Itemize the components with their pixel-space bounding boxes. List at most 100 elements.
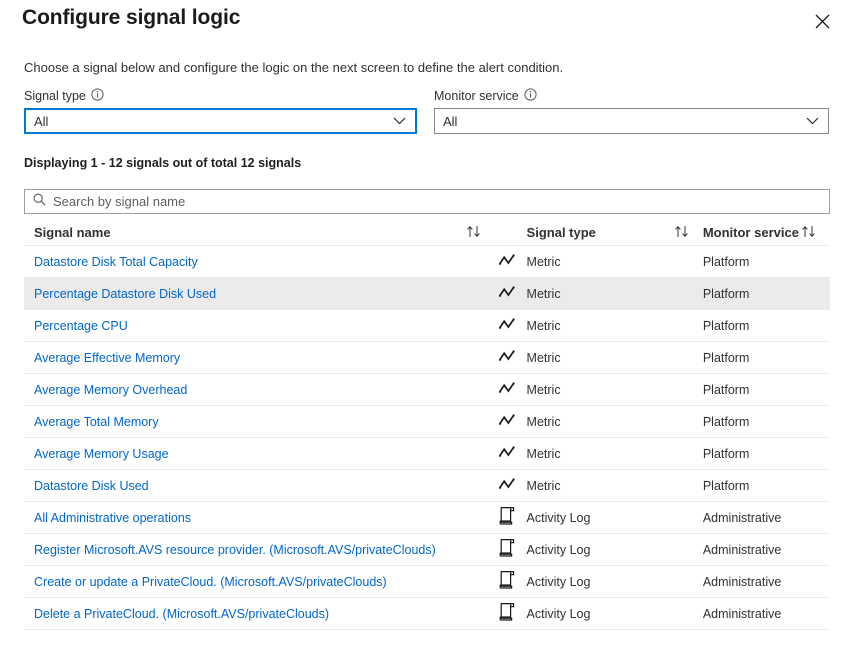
metric-line-chart-icon [495,381,520,398]
table-header-row: Signal name Signal type [24,220,830,246]
monitor-service-cell: Platform [703,447,801,461]
signal-name-link[interactable]: Average Memory Overhead [34,383,187,397]
monitor-service-cell: Administrative [703,607,801,621]
activity-log-scroll-icon [495,602,520,625]
chevron-down-icon [393,114,406,129]
table-row[interactable]: Datastore Disk Total Capacity Metric Platf… [24,246,830,278]
sort-updown-icon [466,225,483,241]
signal-name-link[interactable]: Register Microsoft.AVS resource provider… [34,543,436,557]
signal-type-cell: Metric [520,447,674,461]
signal-name-cell: Average Effective Memory [24,351,466,365]
signal-name-cell: Delete a PrivateCloud. (Microsoft.AVS/pr… [24,607,466,621]
signal-name-cell: Average Memory Overhead [24,383,466,397]
signal-type-field: Signal type All [24,88,417,134]
signal-name-cell: Average Total Memory [24,415,466,429]
metric-line-chart-icon [495,413,520,430]
monitor-service-label: Monitor service [434,88,519,104]
signal-name-cell: Datastore Disk Total Capacity [24,255,466,269]
table-row[interactable]: Delete a PrivateCloud. (Microsoft.AVS/pr… [24,598,830,630]
metric-line-chart-icon [495,285,520,302]
results-count-text: Displaying 1 - 12 signals out of total 1… [24,156,301,170]
signal-name-cell: Register Microsoft.AVS resource provider… [24,543,466,557]
monitor-service-cell: Administrative [703,543,801,557]
monitor-service-cell: Platform [703,351,801,365]
signal-name-link[interactable]: Average Total Memory [34,415,159,429]
signal-type-label-row: Signal type [24,88,417,104]
signal-name-link[interactable]: All Administrative operations [34,511,191,525]
page-title: Configure signal logic [22,6,240,30]
signal-type-value: All [34,114,48,129]
signal-type-dropdown[interactable]: All [24,108,417,134]
signal-type-cell: Metric [520,479,674,493]
monitor-service-cell: Administrative [703,575,801,589]
activity-log-scroll-icon [495,538,520,561]
signal-type-cell: Metric [520,255,674,269]
table-row[interactable]: Datastore Disk Used Metric Platform [24,470,830,502]
signal-type-cell: Activity Log [520,575,674,589]
table-row[interactable]: All Administrative operations Activity Lo… [24,502,830,534]
signal-name-link[interactable]: Create or update a PrivateCloud. (Micros… [34,575,387,589]
sort-monitor-service-button[interactable] [801,225,830,241]
signal-name-link[interactable]: Percentage Datastore Disk Used [34,287,216,301]
table-row[interactable]: Percentage CPU Metric Platform [24,310,830,342]
column-header-signal-name[interactable]: Signal name [24,225,466,240]
activity-log-scroll-icon [495,570,520,593]
table-row[interactable]: Register Microsoft.AVS resource provider… [24,534,830,566]
signal-name-cell: Percentage CPU [24,319,466,333]
monitor-service-field: Monitor service All [434,88,829,134]
signals-table: Signal name Signal type [24,220,830,630]
metric-line-chart-icon [495,349,520,366]
panel-description: Choose a signal below and configure the … [24,60,563,75]
table-row[interactable]: Average Effective Memory Metric Platform [24,342,830,374]
info-icon[interactable] [91,88,104,105]
signal-type-cell: Metric [520,319,674,333]
table-row[interactable]: Average Total Memory Metric Platform [24,406,830,438]
search-input[interactable] [53,194,821,209]
signal-name-link[interactable]: Percentage CPU [34,319,128,333]
signal-type-cell: Metric [520,287,674,301]
signal-name-cell: All Administrative operations [24,511,466,525]
signal-type-cell: Metric [520,415,674,429]
signal-name-link[interactable]: Datastore Disk Total Capacity [34,255,198,269]
monitor-service-cell: Administrative [703,511,801,525]
search-box[interactable] [24,189,830,214]
signal-type-cell: Activity Log [520,511,674,525]
metric-line-chart-icon [495,253,520,270]
signal-name-cell: Average Memory Usage [24,447,466,461]
signal-type-cell: Activity Log [520,543,674,557]
signal-name-link[interactable]: Delete a PrivateCloud. (Microsoft.AVS/pr… [34,607,329,621]
chevron-down-icon [806,114,819,129]
info-icon[interactable] [524,88,537,105]
table-row[interactable]: Average Memory Usage Metric Platform [24,438,830,470]
sort-signal-type-button[interactable] [674,225,703,241]
monitor-service-cell: Platform [703,319,801,333]
monitor-service-cell: Platform [703,415,801,429]
column-header-signal-type[interactable]: Signal type [520,225,674,240]
table-row[interactable]: Average Memory OverheadMetricPlatform [24,374,830,406]
column-header-monitor-service[interactable]: Monitor service [703,225,801,240]
signal-name-link[interactable]: Datastore Disk Used [34,479,149,493]
table-body: Datastore Disk Total Capacity Metric Platf… [24,246,830,630]
signal-type-cell: Metric [520,351,674,365]
close-button[interactable] [806,5,838,37]
metric-line-chart-icon [495,477,520,494]
table-row[interactable]: Create or update a PrivateCloud. (Micros… [24,566,830,598]
sort-updown-icon [801,225,818,241]
signal-name-cell: Create or update a PrivateCloud. (Micros… [24,575,466,589]
signal-name-cell: Percentage Datastore Disk Used [24,287,466,301]
monitor-service-cell: Platform [703,255,801,269]
configure-signal-logic-panel: Configure signal logic Choose a signal b… [0,0,854,649]
search-icon [33,193,46,211]
sort-signal-name-button[interactable] [466,225,495,241]
signal-name-link[interactable]: Average Effective Memory [34,351,180,365]
signal-name-link[interactable]: Average Memory Usage [34,447,169,461]
close-icon [815,14,830,29]
metric-line-chart-icon [495,445,520,462]
sort-updown-icon [674,225,691,241]
monitor-service-cell: Platform [703,383,801,397]
signal-type-cell: Activity Log [520,607,674,621]
table-row[interactable]: Percentage Datastore Disk UsedMetricPlat… [24,278,830,310]
monitor-service-cell: Platform [703,479,801,493]
signal-type-label: Signal type [24,88,86,104]
monitor-service-dropdown[interactable]: All [434,108,829,134]
